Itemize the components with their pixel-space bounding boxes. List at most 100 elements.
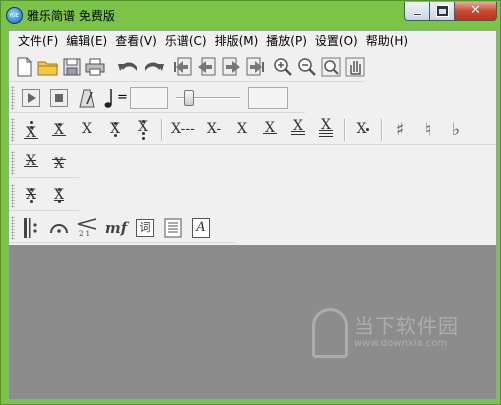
sharp-button[interactable]: ♯ [388, 118, 412, 142]
dynamics-button[interactable]: mf [103, 216, 129, 240]
menu-score[interactable]: 乐谱(C) [161, 31, 211, 51]
zoom-out-icon [298, 57, 316, 76]
tempo-slider[interactable] [174, 87, 242, 109]
close-button[interactable]: ✕ [454, 2, 497, 21]
site-watermark: 当下软件园 www.downxia.com [312, 302, 492, 382]
pan-hand-button[interactable] [345, 55, 365, 79]
redo-button[interactable] [143, 55, 165, 79]
dotted-note-button[interactable]: X [351, 118, 375, 142]
undo-icon [118, 62, 137, 71]
toolbar-grip[interactable] [11, 117, 15, 142]
minimize-icon [413, 13, 422, 16]
toolbar-grip[interactable] [11, 215, 15, 240]
toolbar-separator [381, 118, 382, 141]
next-page-button[interactable] [221, 55, 241, 79]
tempo-equals-label: = [117, 90, 128, 105]
high-octave-2-note-button[interactable]: X [19, 118, 43, 142]
app-logo-icon: YUE [6, 7, 23, 24]
position-input[interactable] [247, 86, 288, 109]
tremolo-down-button[interactable]: X [47, 184, 71, 208]
menu-edit[interactable]: 编辑(E) [62, 31, 111, 51]
strike-below-note-button[interactable]: X [47, 151, 71, 175]
first-page-icon [174, 57, 192, 75]
crescendo-icon [77, 217, 97, 230]
notes-toolbar: X X X X X X--- X- X X X X X ♯ ♮ ♭ [9, 115, 496, 145]
play-button[interactable] [19, 86, 43, 110]
eighth-note-button[interactable]: X [258, 118, 282, 142]
tremolo-up-button[interactable]: X [19, 184, 43, 208]
standard-toolbar [9, 52, 365, 82]
metronome-button[interactable] [75, 86, 99, 110]
watermark-logo-icon [312, 308, 348, 358]
menu-layout[interactable]: 排版(M) [211, 31, 263, 51]
slider-thumb[interactable] [184, 89, 194, 106]
last-page-button[interactable] [245, 55, 265, 79]
close-icon: ✕ [470, 3, 481, 18]
prev-page-button[interactable] [197, 55, 217, 79]
menu-play[interactable]: 播放(P) [262, 31, 311, 51]
toolbar-grip[interactable] [11, 150, 15, 175]
fit-page-button[interactable] [321, 55, 341, 79]
lyrics-button[interactable]: 词 [133, 216, 157, 240]
zoom-fit-icon [321, 57, 341, 76]
new-file-button[interactable] [15, 55, 33, 79]
sixteenth-note-button[interactable]: X [286, 118, 310, 142]
expression-toolbar: 2 1 mf 词 A [9, 213, 236, 243]
normal-note-button[interactable]: X [75, 118, 99, 142]
half-note-button[interactable]: X- [202, 118, 226, 142]
print-button[interactable] [85, 55, 105, 79]
save-button[interactable] [63, 55, 81, 79]
menu-file[interactable]: 文件(F) [14, 31, 62, 51]
save-icon [63, 58, 81, 75]
next-page-icon [222, 57, 240, 75]
menu-help[interactable]: 帮助(H) [362, 31, 412, 51]
low-octave-2-note-button[interactable]: X [131, 118, 155, 142]
natural-icon: ♮ [424, 119, 432, 140]
stop-button[interactable] [47, 86, 71, 110]
strike-above-note-button[interactable]: X [19, 151, 43, 175]
menu-settings[interactable]: 设置(O) [311, 31, 362, 51]
maximize-icon [436, 5, 449, 17]
zoom-out-button[interactable] [297, 55, 317, 79]
app-window: YUE 雅乐简谱 免费版 ✕ 文件(F) 编辑(E) 查看(V) 乐谱(C) 排… [0, 0, 501, 405]
text-a-icon: A [192, 217, 210, 238]
thirty-second-note-button[interactable]: X [314, 118, 338, 142]
tie-toolbar: X X [9, 148, 79, 178]
toolbar-grip[interactable] [11, 183, 15, 208]
minimize-button[interactable] [404, 2, 430, 21]
toolbar-grip[interactable] [11, 85, 15, 110]
text-block-button[interactable] [161, 216, 185, 240]
quarter-note-icon [103, 86, 115, 110]
zoom-in-icon [274, 57, 292, 76]
toolbar-separator [161, 118, 162, 141]
repeat-bar-icon [24, 217, 37, 238]
text-annotation-button[interactable]: A [189, 216, 213, 240]
printer-icon [85, 58, 105, 75]
tempo-input[interactable] [129, 86, 168, 109]
metronome-icon [79, 89, 95, 107]
quarter-note-button[interactable]: X [230, 118, 254, 142]
whole-note-button[interactable]: X--- [168, 118, 198, 142]
hand-icon [345, 57, 365, 76]
crescendo-button[interactable]: 2 1 [75, 216, 99, 240]
undo-button[interactable] [117, 55, 139, 79]
menu-view[interactable]: 查看(V) [111, 31, 161, 51]
first-page-button[interactable] [173, 55, 193, 79]
open-file-button[interactable] [37, 55, 59, 79]
fermata-button[interactable] [47, 216, 71, 240]
lyrics-icon: 词 [136, 218, 154, 237]
high-octave-note-button[interactable]: X [47, 118, 71, 142]
flat-button[interactable]: ♭ [444, 118, 468, 142]
low-octave-note-button[interactable]: X [103, 118, 127, 142]
stop-icon [50, 88, 68, 107]
natural-button[interactable]: ♮ [416, 118, 440, 142]
playback-toolbar: = [9, 83, 305, 113]
menu-bar: 文件(F) 编辑(E) 查看(V) 乐谱(C) 排版(M) 播放(P) 设置(O… [9, 31, 496, 51]
text-lines-icon [164, 218, 182, 237]
play-icon [22, 88, 40, 107]
prev-page-icon [198, 57, 216, 75]
maximize-button[interactable] [429, 2, 455, 21]
repeat-bar-button[interactable] [19, 216, 43, 240]
zoom-in-button[interactable] [273, 55, 293, 79]
title-bar[interactable]: YUE 雅乐简谱 免费版 ✕ [1, 1, 500, 29]
